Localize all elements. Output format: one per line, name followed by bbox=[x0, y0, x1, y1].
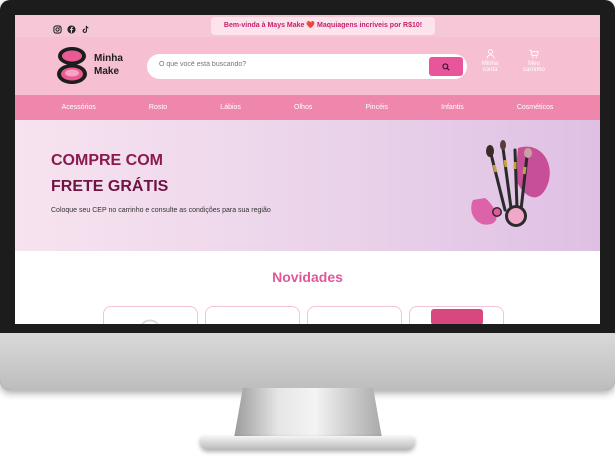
logo-line-2: Make bbox=[94, 66, 120, 77]
facebook-icon[interactable] bbox=[67, 21, 76, 34]
site-header: Minha Make Minha conta Meu carrinho bbox=[15, 37, 600, 95]
hero-title: COMPRE COM FRETE GRÁTIS bbox=[51, 148, 168, 200]
product-card[interactable] bbox=[409, 306, 504, 324]
logo-icon[interactable] bbox=[55, 44, 89, 86]
search-icon bbox=[442, 62, 450, 71]
search-button[interactable] bbox=[429, 57, 463, 76]
hero-banner[interactable]: COMPRE COM FRETE GRÁTIS Coloque seu CEP … bbox=[15, 120, 600, 251]
account-link[interactable]: Minha conta bbox=[470, 49, 510, 73]
account-label-2: conta bbox=[482, 67, 498, 73]
social-links bbox=[53, 21, 90, 34]
instagram-icon[interactable] bbox=[53, 21, 62, 34]
monitor-chin bbox=[0, 333, 615, 390]
cart-icon bbox=[529, 49, 539, 58]
product-card[interactable] bbox=[205, 306, 300, 324]
search-bar bbox=[147, 54, 467, 79]
logo-text[interactable]: Minha Make bbox=[94, 52, 123, 78]
hero-title-line-1: COMPRE COM bbox=[51, 152, 163, 169]
makeup-brushes-illustration bbox=[471, 140, 550, 227]
product-card[interactable] bbox=[103, 306, 198, 324]
novidades-title: Novidades bbox=[272, 269, 343, 285]
nav-item-labios[interactable]: Lábios bbox=[220, 104, 241, 111]
nav-item-cosmeticos[interactable]: Cosméticos bbox=[517, 104, 554, 111]
product-card[interactable] bbox=[307, 306, 402, 324]
product-cards bbox=[103, 306, 504, 324]
top-bar: Bem-vinda à Mays Make ❤️ Maquiagens incr… bbox=[15, 15, 600, 37]
hero-subtitle: Coloque seu CEP no carrinho e consulte a… bbox=[51, 207, 271, 214]
nav-item-olhos[interactable]: Olhos bbox=[294, 104, 312, 111]
search-input[interactable] bbox=[159, 61, 409, 68]
nav-item-rosto[interactable]: Rosto bbox=[149, 104, 167, 111]
nav-item-pinceis[interactable]: Pincéis bbox=[365, 104, 388, 111]
cart-label-2: carrinho bbox=[523, 67, 545, 73]
promo-banner: Bem-vinda à Mays Make ❤️ Maquiagens incr… bbox=[211, 17, 435, 35]
product-image bbox=[431, 309, 483, 324]
product-image bbox=[141, 319, 159, 324]
cart-link[interactable]: Meu carrinho bbox=[514, 49, 554, 73]
logo-line-1: Minha bbox=[94, 53, 123, 64]
monitor-stand-base bbox=[200, 436, 415, 450]
category-nav: Acessórios Rosto Lábios Olhos Pincéis In… bbox=[15, 95, 600, 120]
nav-item-infantis[interactable]: Infantis bbox=[441, 104, 464, 111]
monitor-stand-neck bbox=[234, 388, 382, 438]
hero-title-line-2: FRETE GRÁTIS bbox=[51, 178, 169, 195]
user-icon bbox=[485, 49, 495, 59]
tiktok-icon[interactable] bbox=[81, 21, 90, 33]
screen: Bem-vinda à Mays Make ❤️ Maquiagens incr… bbox=[15, 15, 600, 324]
nav-item-acessorios[interactable]: Acessórios bbox=[62, 104, 96, 111]
